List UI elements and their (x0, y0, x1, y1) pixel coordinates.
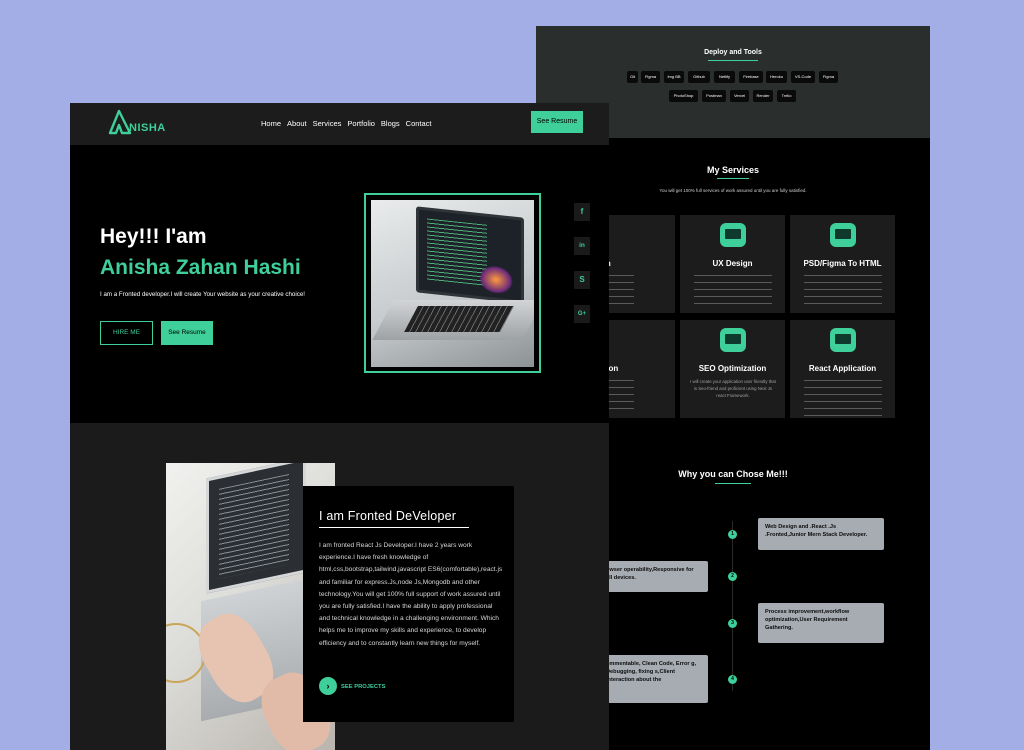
timeline-dot: 2 (728, 572, 737, 581)
deploy-tools-title: Deploy and Tools (704, 49, 762, 56)
nav-resume-button[interactable]: See Resume (531, 111, 583, 133)
seo-optimization-icon (720, 328, 746, 352)
chevron-right-icon[interactable]: › (319, 677, 337, 695)
google-plus-icon[interactable]: G+ (574, 305, 590, 323)
tool-badge: Netlify (714, 71, 735, 83)
timeline-item: Process improvement,workflow optimizatio… (758, 603, 884, 643)
see-projects-link[interactable]: SEE PROJECTS (341, 684, 385, 690)
service-title: PSD/Figma To HTML (803, 259, 882, 268)
skype-icon[interactable]: S (574, 271, 590, 289)
tool-badge: Firebase (739, 71, 763, 83)
tool-badge: VS-Code (791, 71, 815, 83)
hero-resume-button[interactable]: See Resume (161, 321, 213, 345)
hero-greeting: Hey!!! I'am (100, 225, 207, 248)
timeline-line (732, 521, 733, 691)
timeline-item: ommentable, Clean Code, Error g, Debuggi… (602, 655, 708, 703)
tool-badge: Trello (777, 90, 796, 102)
hero-name: Anisha Zahan Hashi (100, 256, 301, 279)
about-text: I am fronted React Js Developer.I have 2… (319, 542, 503, 647)
ux-design-icon (720, 223, 746, 247)
service-description (694, 275, 772, 305)
tool-badge: Figma (819, 71, 838, 83)
service-title: React Application (808, 364, 877, 373)
service-title: SEO Optimization (698, 364, 767, 373)
facebook-icon[interactable]: f (574, 203, 590, 221)
about-card: I am Fronted DeVeloper I am fronted Reac… (303, 486, 514, 722)
tool-badge: Postman (702, 90, 726, 102)
tool-badge: Github (688, 71, 710, 83)
tool-badge: Img BB (664, 71, 684, 83)
hero-description: I am a Fronted developer.I will create Y… (100, 291, 305, 298)
service-card[interactable]: PSD/Figma To HTML (790, 215, 895, 313)
about-title: I am Fronted DeVeloper (319, 509, 457, 523)
title-underline (319, 527, 469, 528)
logo-text: NISHA (129, 122, 166, 134)
title-underline (717, 178, 749, 179)
nav-links: Home About Services Portfolio Blogs Cont… (261, 119, 432, 128)
timeline-dot: 1 (728, 530, 737, 539)
title-underline (715, 483, 751, 484)
service-description: I will create your application user frie… (690, 379, 776, 398)
tool-badge: Render (753, 90, 773, 102)
timeline-dot: 3 (728, 619, 737, 628)
tool-badge: Heroku (766, 71, 787, 83)
service-card[interactable]: SEO Optimization I will create your appl… (680, 320, 785, 418)
hire-me-button[interactable]: HIRE ME (100, 321, 153, 345)
hero-laptop-image (371, 200, 534, 367)
tool-badge: Vercel (730, 90, 749, 102)
timeline-item: Web Design and .React .Js .Fronted,Junio… (758, 518, 884, 550)
nav-link-contact[interactable]: Contact (406, 119, 432, 128)
timeline-item: owser operability,Responsive for all dev… (602, 561, 708, 592)
service-description (804, 275, 882, 305)
react-application-icon (830, 328, 856, 352)
nav-link-blogs[interactable]: Blogs (381, 119, 400, 128)
service-card[interactable]: React Application (790, 320, 895, 418)
tool-badge: Git (627, 71, 638, 83)
about-section: I am Fronted DeVeloper I am fronted Reac… (70, 423, 609, 750)
tool-badge: Figma (641, 71, 660, 83)
psd-to-html-icon (830, 223, 856, 247)
nav-link-portfolio[interactable]: Portfolio (347, 119, 375, 128)
title-underline (708, 60, 758, 61)
service-card[interactable]: UX Design (680, 215, 785, 313)
service-title: UX Design (712, 259, 753, 268)
tool-badge: PhotoShop (669, 90, 698, 102)
service-description (804, 380, 882, 418)
front-page-preview: NISHA Home About Services Portfolio Blog… (70, 103, 609, 750)
nav-link-home[interactable]: Home (261, 119, 281, 128)
timeline-dot: 4 (728, 675, 737, 684)
nav-link-about[interactable]: About (287, 119, 307, 128)
hero-section: Hey!!! I'am Anisha Zahan Hashi I am a Fr… (70, 145, 609, 423)
nav-link-services[interactable]: Services (313, 119, 342, 128)
linkedin-icon[interactable]: in (574, 237, 590, 255)
navbar: NISHA Home About Services Portfolio Blog… (70, 103, 609, 145)
